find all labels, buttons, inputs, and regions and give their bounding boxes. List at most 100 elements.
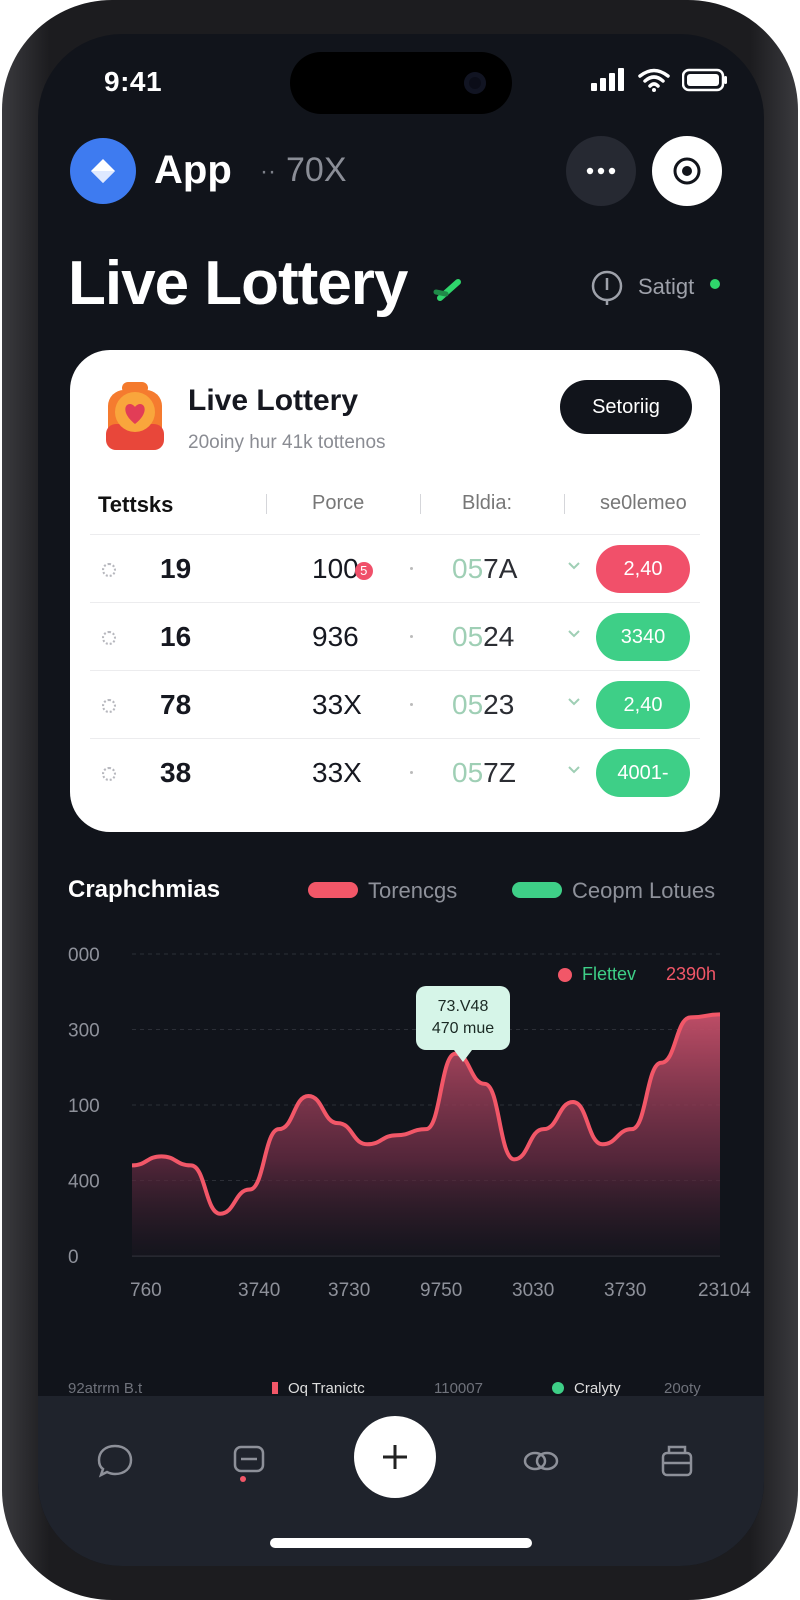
chart-tooltip: 73.V48 470 mue: [416, 986, 510, 1062]
volume-pill[interactable]: 2,40: [596, 681, 690, 729]
dynamic-island: [290, 52, 512, 114]
column-header-price[interactable]: Porce: [312, 492, 364, 515]
chevron-down-icon[interactable]: [566, 761, 582, 782]
row-select-icon[interactable]: [102, 767, 116, 781]
status-time: 9:41: [104, 66, 163, 97]
table-row[interactable]: 38 33X 057Z 4001-: [90, 738, 700, 804]
summary-green-marker: [552, 1382, 564, 1394]
link-icon: [523, 1451, 559, 1471]
heart-gift-icon: [104, 380, 166, 457]
summary-red-marker: [272, 1382, 278, 1394]
nav-wallet[interactable]: [652, 1436, 702, 1486]
card-subtitle: 20oiny hur 41k tottenos: [188, 432, 386, 453]
tooltip-value: 73.V48: [437, 998, 489, 1015]
legend-label[interactable]: Ceopm Lotues: [572, 878, 715, 904]
column-header-tickets[interactable]: Tettsks: [98, 492, 173, 518]
x-tick-label: 3030: [512, 1280, 554, 1301]
x-tick-label: 23104: [698, 1280, 751, 1301]
x-tick-label: 3740: [238, 1280, 280, 1301]
column-header-bids[interactable]: Bldia:: [462, 492, 512, 515]
ellipsis-icon: [586, 167, 616, 175]
volume-pill[interactable]: 4001-: [596, 749, 690, 797]
ticket-bid: 0523: [452, 689, 515, 720]
nav-tickets[interactable]: [224, 1436, 274, 1486]
chart-area-fill: [132, 1014, 720, 1256]
app-separator: ··: [260, 158, 276, 185]
summary-right-label: Cralyty: [574, 1380, 621, 1397]
row-select-icon[interactable]: [102, 563, 116, 577]
more-button[interactable]: [566, 136, 636, 206]
summary-left: 92atrrm B.t: [68, 1380, 143, 1397]
area-chart[interactable]: 000 300 100 400 0 760 3740 3730 9750 3030 3730 231…: [38, 934, 764, 1364]
legend-swatch-green: [512, 882, 562, 898]
row-separator-dot: [410, 635, 413, 638]
ticket-number: 38: [160, 757, 192, 788]
app-count: 70X: [286, 151, 347, 189]
summary-mid-label: Oq Tranictc: [288, 1380, 365, 1397]
signal-icon: [591, 68, 624, 91]
chevron-down-icon[interactable]: [566, 693, 582, 714]
row-separator-dot: [410, 703, 413, 706]
chevron-down-icon[interactable]: [566, 557, 582, 578]
add-button[interactable]: [354, 1416, 436, 1498]
home-indicator[interactable]: [270, 1538, 532, 1548]
y-tick-label: 400: [68, 1172, 100, 1193]
ticket-bid: 0524: [452, 621, 515, 652]
setting-button[interactable]: Setoriig: [560, 380, 692, 434]
status-icons: [590, 68, 728, 92]
table-row[interactable]: 78 33X 0523 2,40: [90, 670, 700, 736]
y-tick-label: 0: [68, 1247, 79, 1268]
chat-icon: [97, 1444, 133, 1478]
y-tick-label: 300: [68, 1021, 100, 1042]
tooltip-caption: 470 mue: [431, 1020, 495, 1037]
summary-right-value: 20oty: [664, 1380, 701, 1397]
legend-label[interactable]: Torencgs: [368, 878, 457, 904]
y-tick-label: 000: [68, 945, 100, 966]
add-icon: [383, 1445, 407, 1469]
settings-link[interactable]: Satigt: [638, 274, 694, 300]
table-row[interactable]: 19 1005 057A 2,40: [90, 534, 700, 600]
target-button[interactable]: [652, 136, 722, 206]
ticket-price: 1005: [312, 553, 373, 585]
camera-icon: [464, 72, 486, 94]
wallet-icon: [661, 1445, 693, 1477]
nav-link[interactable]: [516, 1436, 566, 1486]
live-indicator: [710, 279, 720, 289]
chevron-down-icon[interactable]: [566, 625, 582, 646]
battery-icon: [682, 68, 727, 92]
x-tick-label: 9750: [420, 1280, 462, 1301]
trend-icon: [430, 270, 470, 315]
filter-value: 2390h: [666, 964, 717, 984]
column-divider: [564, 494, 565, 514]
page-title: Live Lottery: [68, 249, 408, 318]
target-icon: [673, 157, 701, 185]
tickets-icon: [233, 1445, 265, 1482]
table-header: Tettsks Porce Bldia: se0lemeo: [70, 484, 720, 528]
price-badge: 5: [354, 561, 373, 580]
filter-label[interactable]: Flettev: [582, 964, 636, 985]
app-logo[interactable]: [70, 138, 136, 204]
ticket-bid: 057A: [452, 553, 518, 584]
volume-pill[interactable]: 3340: [596, 613, 690, 661]
row-separator-dot: [410, 567, 413, 570]
ticket-price: 936: [312, 621, 359, 652]
legend-swatch-red: [308, 882, 358, 898]
column-header-volume[interactable]: se0lemeo: [600, 492, 687, 515]
column-divider: [266, 494, 267, 514]
lottery-card: Live Lottery 20oiny hur 41k tottenos Set…: [70, 350, 720, 832]
diamond-icon: [91, 159, 115, 183]
app-name: App: [154, 148, 232, 192]
phone-frame: 9:41 App ·· 70X Live Lottery Satigt Live…: [2, 0, 798, 1600]
ticket-bid: 057Z: [452, 757, 516, 788]
ticket-number: 16: [160, 621, 192, 652]
table-row[interactable]: 16 936 0524 3340: [90, 602, 700, 668]
row-select-icon[interactable]: [102, 631, 116, 645]
row-select-icon[interactable]: [102, 699, 116, 713]
volume-pill[interactable]: 2,40: [596, 545, 690, 593]
card-title: Live Lottery: [188, 384, 359, 417]
alert-icon[interactable]: [590, 270, 624, 311]
ticket-price: 33X: [312, 689, 362, 720]
filter-dot: [558, 968, 572, 982]
nav-chat[interactable]: [90, 1436, 140, 1486]
chart-title: Craphchmias: [68, 876, 221, 903]
